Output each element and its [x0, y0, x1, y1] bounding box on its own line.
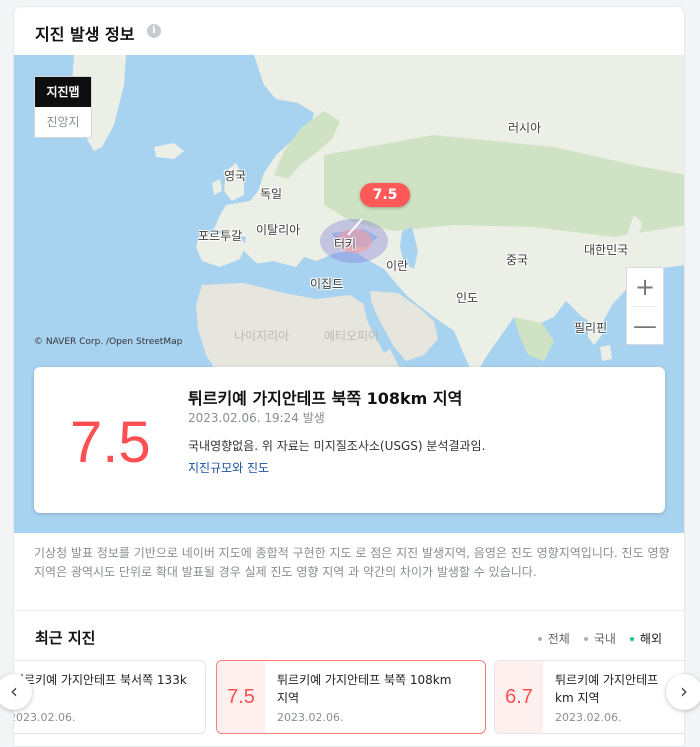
map-label-korea: 대한민국 — [584, 243, 629, 257]
section-divider — [14, 610, 684, 611]
recent-item-magnitude: 7.5 — [217, 661, 265, 733]
recent-item-location: 티르키예 가지안테프 북서쪽 133k 역 — [13, 671, 187, 707]
recent-item-line2: km 지역 — [555, 691, 600, 705]
zoom-control: + — — [626, 267, 664, 345]
recent-item-date: 2023.02.06. — [555, 711, 622, 724]
recent-item-magnitude: 6.7 — [495, 661, 543, 733]
map-label-portugal: 포르투갈 — [198, 229, 243, 243]
magnitude-intensity-link[interactable]: 지진규모와 진도 — [188, 459, 269, 476]
recent-item-line1: 튀르키예 가지안테프 북쪽 108km — [277, 673, 452, 687]
earthquake-map[interactable]: 러시아 영국 독일 포르투갈 이탈리아 터키 이란 중국 대한민국 이집트 인도… — [14, 55, 684, 533]
filter-overseas[interactable]: 해외 — [629, 630, 662, 647]
map-label-egypt: 이집트 — [310, 277, 344, 291]
map-label-russia: 러시아 — [508, 121, 542, 135]
map-label-nigeria: 나이지리아 — [234, 329, 290, 343]
recent-earthquake-item[interactable]: 6.7 튀르키예 가지안테프 km 지역 2023.02.06. — [494, 660, 684, 734]
filter-dot — [583, 636, 588, 641]
map-label-china: 중국 — [506, 253, 529, 267]
map-credit: © NAVER Corp. /Open StreetMap — [34, 337, 183, 347]
recent-item-date: 2023.02.06. — [13, 711, 76, 724]
recent-earthquake-item-selected[interactable]: 7.5 튀르키예 가지안테프 북쪽 108km 지역 2023.02.06. — [216, 660, 486, 734]
next-arrow-icon[interactable]: › — [666, 674, 700, 710]
info-icon[interactable]: i — [147, 24, 161, 38]
earthquake-map-tab[interactable]: 지진맵 — [35, 77, 91, 107]
map-label-ethiopia: 에티오피아 — [324, 329, 380, 343]
earthquake-detail-card: 7.5 튀르키예 가지안테프 북쪽 108km 지역 2023.02.06. 1… — [34, 367, 665, 513]
filter-domestic[interactable]: 국내 — [583, 630, 616, 647]
earthquake-magnitude-pin[interactable]: 7.5 — [360, 183, 410, 207]
zoom-out-button[interactable]: — — [627, 307, 663, 345]
map-label-philippines: 필리핀 — [574, 321, 608, 335]
card-magnitude: 7.5 — [70, 410, 151, 475]
map-label-india: 인도 — [456, 291, 479, 305]
recent-item-location: 튀르키예 가지안테프 북쪽 108km 지역 — [277, 671, 451, 707]
map-label-turkey: 터키 — [334, 237, 357, 251]
filter-all-label: 전체 — [547, 632, 570, 646]
map-view-toggle: 지진맵 진앙지 — [34, 76, 92, 138]
recent-item-line1: 티르키예 가지안테프 북서쪽 133k — [13, 673, 187, 687]
map-label-iran: 이란 — [386, 259, 409, 273]
panel-title: 지진 발생 정보 — [35, 25, 135, 44]
recent-item-date: 2023.02.06. — [277, 711, 344, 724]
filter-dot — [537, 636, 542, 641]
filter-domestic-label: 국내 — [593, 632, 616, 646]
recent-earthquake-item[interactable]: 티르키예 가지안테프 북서쪽 133k 역 2023.02.06. — [13, 660, 206, 734]
card-location-title: 튀르키예 가지안테프 북쪽 108km 지역 — [188, 389, 463, 408]
filter-all[interactable]: 전체 — [537, 630, 570, 647]
map-label-uk: 영국 — [224, 169, 247, 183]
filter-overseas-label: 해외 — [639, 632, 662, 646]
epicenter-tab[interactable]: 진앙지 — [35, 107, 91, 137]
map-description: 기상청 발표 정보를 기반으로 네이버 지도에 종합적 구현한 지도 로 점은 … — [34, 546, 670, 579]
recent-earthquakes-title: 최근 지진 — [35, 629, 96, 647]
recent-item-location: 튀르키예 가지안테프 km 지역 — [555, 671, 658, 707]
card-time: 2023.02.06. 19:24 발생 — [188, 411, 325, 425]
panel-header: 지진 발생 정보 i — [14, 7, 684, 57]
map-label-germany: 독일 — [260, 187, 283, 201]
zoom-in-button[interactable]: + — [627, 268, 663, 306]
card-note: 국내영향없음. 위 자료는 미지질조사소(USGS) 분석결과임. — [188, 439, 486, 453]
recent-item-line2: 지역 — [277, 691, 300, 705]
recent-item-line1: 튀르키예 가지안테프 — [555, 673, 659, 687]
map-label-italy: 이탈리아 — [256, 223, 301, 237]
region-filter: 전체 국내 해외 — [537, 630, 662, 647]
filter-dot-active — [629, 636, 634, 641]
earthquake-info-panel: 지진 발생 정보 i 러시아 영국 독일 포르투갈 이탈리아 터키 이란 중국 … — [13, 6, 685, 747]
